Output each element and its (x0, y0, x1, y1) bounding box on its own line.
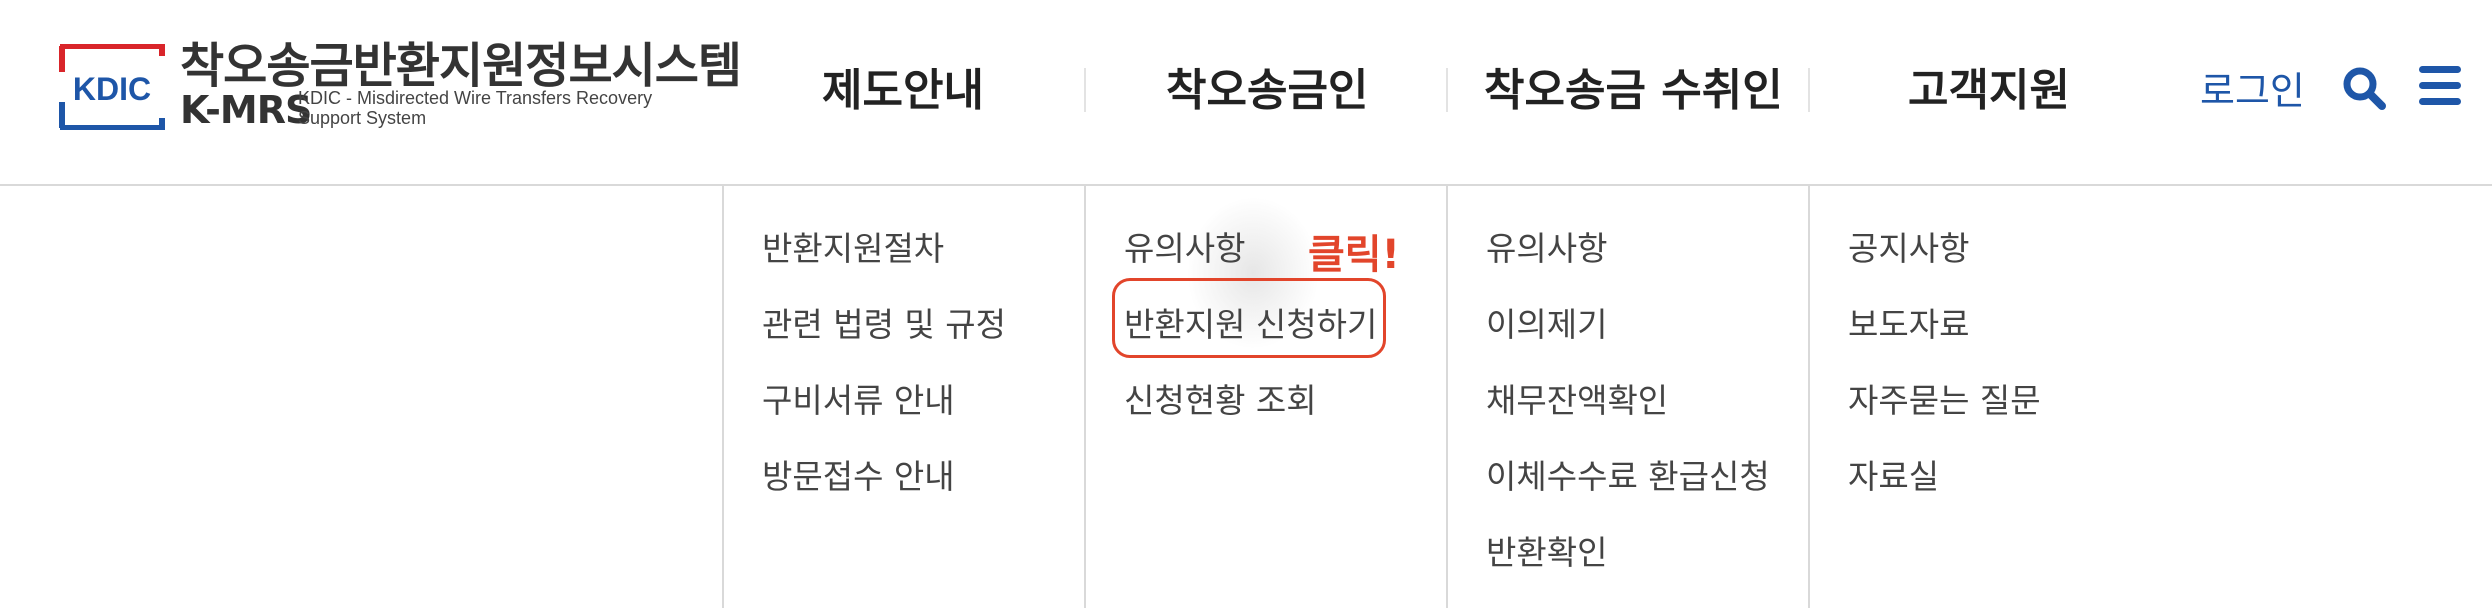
submenu-item-laws-regulations[interactable]: 관련 법령 및 규정 (762, 298, 1006, 346)
submenu-item-visit-application[interactable]: 방문접수 안내 (762, 450, 955, 498)
logo-subtitle-line1: KDIC - Misdirected Wire Transfers Recove… (298, 88, 653, 108)
logo-badge-text: KDIC (73, 71, 151, 107)
submenu-item-application-status[interactable]: 신청현황 조회 (1124, 374, 1317, 422)
search-icon[interactable] (2342, 66, 2386, 114)
nav-separator (1084, 68, 1086, 112)
nav-separator (1808, 68, 1810, 112)
submenu-item-recovery-procedure[interactable]: 반환지원절차 (762, 222, 944, 270)
submenu-item-notices[interactable]: 유의사항 (1124, 222, 1245, 270)
logo-abbreviation: K-MRS (180, 88, 312, 132)
kdic-logo-icon[interactable]: KDIC (58, 43, 166, 134)
logo-title[interactable]: 착오송금반환지원정보시스템 (180, 26, 742, 96)
submenu-item-required-documents[interactable]: 구비서류 안내 (762, 374, 955, 422)
submenu-item-return-confirmation[interactable]: 반환확인 (1486, 526, 1607, 574)
submenu-column-divider (1808, 186, 1810, 608)
nav-item-recipient[interactable]: 착오송금 수취인 (1484, 54, 1783, 118)
hamburger-menu-icon[interactable] (2418, 64, 2462, 112)
submenu-item-press-releases[interactable]: 보도자료 (1848, 298, 1969, 346)
site-header: KDIC 착오송금반환지원정보시스템 K-MRS KDIC - Misdirec… (0, 0, 2492, 186)
submenu-item-debt-balance-check[interactable]: 채무잔액확인 (1486, 374, 1668, 422)
submenu-item-objection[interactable]: 이의제기 (1486, 298, 1607, 346)
logo-subtitle-line2: Support System (298, 108, 427, 128)
highlight-box (1112, 278, 1386, 358)
nav-item-customer-support[interactable]: 고객지원 (1908, 54, 2070, 118)
nav-item-system-guide[interactable]: 제도안내 (822, 54, 984, 118)
submenu-column-divider (1446, 186, 1448, 608)
submenu-item-resources[interactable]: 자료실 (1848, 450, 1939, 498)
nav-separator (1446, 68, 1448, 112)
submenu-item-faq[interactable]: 자주묻는 질문 (1848, 374, 2041, 422)
submenu-item-notices[interactable]: 유의사항 (1486, 222, 1607, 270)
submenu-column-divider (722, 186, 724, 608)
click-annotation: 클릭! (1308, 232, 1400, 278)
submenu-item-fee-refund[interactable]: 이체수수료 환급신청 (1486, 450, 1770, 498)
submenu-item-announcements[interactable]: 공지사항 (1848, 222, 1969, 270)
logo-subtitle: KDIC - Misdirected Wire Transfers Recove… (298, 88, 708, 128)
login-link[interactable]: 로그인 (2200, 60, 2305, 115)
submenu-column-divider (1084, 186, 1086, 608)
nav-item-sender[interactable]: 착오송금인 (1166, 54, 1368, 118)
